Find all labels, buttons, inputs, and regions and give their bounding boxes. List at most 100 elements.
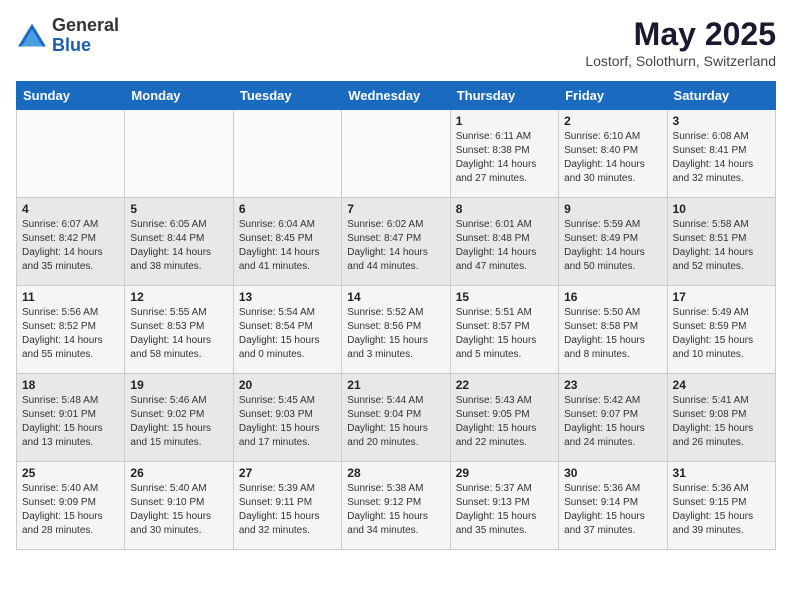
calendar-cell — [233, 110, 341, 198]
header-thursday: Thursday — [450, 82, 558, 110]
calendar-cell: 30 Sunrise: 5:36 AM Sunset: 9:14 PM Dayli… — [559, 462, 667, 550]
calendar-cell: 22Sunrise: 5:43 AM Sunset: 9:05 PM Dayli… — [450, 374, 558, 462]
calendar-cell — [342, 110, 450, 198]
calendar-cell: 15Sunrise: 5:51 AM Sunset: 8:57 PM Dayli… — [450, 286, 558, 374]
day-number: 28 — [347, 466, 444, 480]
calendar-cell: 3Sunrise: 6:08 AM Sunset: 8:41 PM Daylig… — [667, 110, 775, 198]
day-number: 9 — [564, 202, 661, 216]
day-info: Sunrise: 5:49 AM Sunset: 8:59 PM Dayligh… — [673, 306, 770, 362]
day-info: Sunrise: 5:40 AM Sunset: 9:09 PM Dayligh… — [22, 482, 119, 538]
day-number: 16 — [564, 290, 661, 304]
day-number: 27 — [239, 466, 336, 480]
title-section: May 2025 Lostorf, Solothurn, Switzerland — [585, 16, 776, 69]
day-number: 10 — [673, 202, 770, 216]
logo-icon — [16, 22, 48, 50]
day-info: Sunrise: 6:04 AM Sunset: 8:45 PM Dayligh… — [239, 218, 336, 274]
calendar-cell: 4 Sunrise: 6:07 AM Sunset: 8:42 PM Daylig… — [17, 198, 125, 286]
day-number: 18 — [22, 378, 119, 392]
day-info: Sunrise: 6:05 AM Sunset: 8:44 PM Dayligh… — [130, 218, 227, 274]
day-info: Sunrise: 6:10 AM Sunset: 8:40 PM Dayligh… — [564, 130, 661, 186]
day-info: Sunrise: 5:36 AM Sunset: 9:14 PM Dayligh… — [564, 482, 661, 538]
day-info: Sunrise: 5:56 AM Sunset: 8:52 PM Dayligh… — [22, 306, 119, 362]
day-number: 29 — [456, 466, 553, 480]
day-number: 5 — [130, 202, 227, 216]
logo-text: General Blue — [52, 16, 119, 56]
header-sunday: Sunday — [17, 82, 125, 110]
day-info: Sunrise: 5:52 AM Sunset: 8:56 PM Dayligh… — [347, 306, 444, 362]
calendar-cell: 31Sunrise: 5:36 AM Sunset: 9:15 PM Dayli… — [667, 462, 775, 550]
day-info: Sunrise: 5:58 AM Sunset: 8:51 PM Dayligh… — [673, 218, 770, 274]
calendar-cell: 21 Sunrise: 5:44 AM Sunset: 9:04 PM Dayli… — [342, 374, 450, 462]
day-info: Sunrise: 5:48 AM Sunset: 9:01 PM Dayligh… — [22, 394, 119, 450]
logo-blue-text: Blue — [52, 36, 119, 56]
calendar-cell: 13 Sunrise: 5:54 AM Sunset: 8:54 PM Dayli… — [233, 286, 341, 374]
calendar-cell: 23 Sunrise: 5:42 AM Sunset: 9:07 PM Dayli… — [559, 374, 667, 462]
calendar-subtitle: Lostorf, Solothurn, Switzerland — [585, 53, 776, 69]
calendar-header-row: Sunday Monday Tuesday Wednesday Thursday… — [17, 82, 776, 110]
calendar-title: May 2025 — [585, 16, 776, 53]
day-info: Sunrise: 6:11 AM Sunset: 8:38 PM Dayligh… — [456, 130, 553, 186]
calendar-cell: 1 Sunrise: 6:11 AM Sunset: 8:38 PM Daylig… — [450, 110, 558, 198]
day-info: Sunrise: 5:59 AM Sunset: 8:49 PM Dayligh… — [564, 218, 661, 274]
day-info: Sunrise: 5:50 AM Sunset: 8:58 PM Dayligh… — [564, 306, 661, 362]
day-info: Sunrise: 5:55 AM Sunset: 8:53 PM Dayligh… — [130, 306, 227, 362]
day-number: 30 — [564, 466, 661, 480]
day-number: 3 — [673, 114, 770, 128]
day-info: Sunrise: 6:01 AM Sunset: 8:48 PM Dayligh… — [456, 218, 553, 274]
calendar-cell: 25 Sunrise: 5:40 AM Sunset: 9:09 PM Dayli… — [17, 462, 125, 550]
calendar-week-1: 1 Sunrise: 6:11 AM Sunset: 8:38 PM Daylig… — [17, 110, 776, 198]
day-number: 8 — [456, 202, 553, 216]
day-number: 21 — [347, 378, 444, 392]
calendar-table: Sunday Monday Tuesday Wednesday Thursday… — [16, 81, 776, 550]
page-header: General Blue May 2025 Lostorf, Solothurn… — [16, 16, 776, 69]
logo-general-text: General — [52, 16, 119, 36]
calendar-cell — [17, 110, 125, 198]
calendar-cell: 18 Sunrise: 5:48 AM Sunset: 9:01 PM Dayli… — [17, 374, 125, 462]
day-number: 6 — [239, 202, 336, 216]
header-monday: Monday — [125, 82, 233, 110]
calendar-cell: 17Sunrise: 5:49 AM Sunset: 8:59 PM Dayli… — [667, 286, 775, 374]
calendar-cell: 2 Sunrise: 6:10 AM Sunset: 8:40 PM Daylig… — [559, 110, 667, 198]
calendar-cell: 16 Sunrise: 5:50 AM Sunset: 8:58 PM Dayli… — [559, 286, 667, 374]
day-info: Sunrise: 5:44 AM Sunset: 9:04 PM Dayligh… — [347, 394, 444, 450]
calendar-cell: 27 Sunrise: 5:39 AM Sunset: 9:11 PM Dayli… — [233, 462, 341, 550]
day-number: 14 — [347, 290, 444, 304]
calendar-cell: 7Sunrise: 6:02 AM Sunset: 8:47 PM Daylig… — [342, 198, 450, 286]
header-tuesday: Tuesday — [233, 82, 341, 110]
day-number: 20 — [239, 378, 336, 392]
day-number: 1 — [456, 114, 553, 128]
header-friday: Friday — [559, 82, 667, 110]
day-info: Sunrise: 6:02 AM Sunset: 8:47 PM Dayligh… — [347, 218, 444, 274]
day-info: Sunrise: 5:51 AM Sunset: 8:57 PM Dayligh… — [456, 306, 553, 362]
day-info: Sunrise: 5:41 AM Sunset: 9:08 PM Dayligh… — [673, 394, 770, 450]
header-saturday: Saturday — [667, 82, 775, 110]
day-info: Sunrise: 5:42 AM Sunset: 9:07 PM Dayligh… — [564, 394, 661, 450]
day-number: 23 — [564, 378, 661, 392]
day-number: 24 — [673, 378, 770, 392]
calendar-cell: 11 Sunrise: 5:56 AM Sunset: 8:52 PM Dayli… — [17, 286, 125, 374]
calendar-cell: 20Sunrise: 5:45 AM Sunset: 9:03 PM Dayli… — [233, 374, 341, 462]
day-number: 4 — [22, 202, 119, 216]
day-number: 25 — [22, 466, 119, 480]
header-wednesday: Wednesday — [342, 82, 450, 110]
day-info: Sunrise: 5:39 AM Sunset: 9:11 PM Dayligh… — [239, 482, 336, 538]
calendar-cell: 10 Sunrise: 5:58 AM Sunset: 8:51 PM Dayli… — [667, 198, 775, 286]
day-info: Sunrise: 6:07 AM Sunset: 8:42 PM Dayligh… — [22, 218, 119, 274]
calendar-cell: 28Sunrise: 5:38 AM Sunset: 9:12 PM Dayli… — [342, 462, 450, 550]
calendar-week-4: 18 Sunrise: 5:48 AM Sunset: 9:01 PM Dayli… — [17, 374, 776, 462]
day-info: Sunrise: 5:40 AM Sunset: 9:10 PM Dayligh… — [130, 482, 227, 538]
calendar-cell: 8 Sunrise: 6:01 AM Sunset: 8:48 PM Daylig… — [450, 198, 558, 286]
day-number: 31 — [673, 466, 770, 480]
calendar-cell: 29Sunrise: 5:37 AM Sunset: 9:13 PM Dayli… — [450, 462, 558, 550]
calendar-week-2: 4 Sunrise: 6:07 AM Sunset: 8:42 PM Daylig… — [17, 198, 776, 286]
day-number: 2 — [564, 114, 661, 128]
calendar-week-5: 25 Sunrise: 5:40 AM Sunset: 9:09 PM Dayli… — [17, 462, 776, 550]
day-info: Sunrise: 5:46 AM Sunset: 9:02 PM Dayligh… — [130, 394, 227, 450]
day-number: 13 — [239, 290, 336, 304]
calendar-cell: 6 Sunrise: 6:04 AM Sunset: 8:45 PM Daylig… — [233, 198, 341, 286]
day-number: 11 — [22, 290, 119, 304]
calendar-cell: 5 Sunrise: 6:05 AM Sunset: 8:44 PM Daylig… — [125, 198, 233, 286]
day-info: Sunrise: 5:54 AM Sunset: 8:54 PM Dayligh… — [239, 306, 336, 362]
logo: General Blue — [16, 16, 119, 56]
day-number: 19 — [130, 378, 227, 392]
